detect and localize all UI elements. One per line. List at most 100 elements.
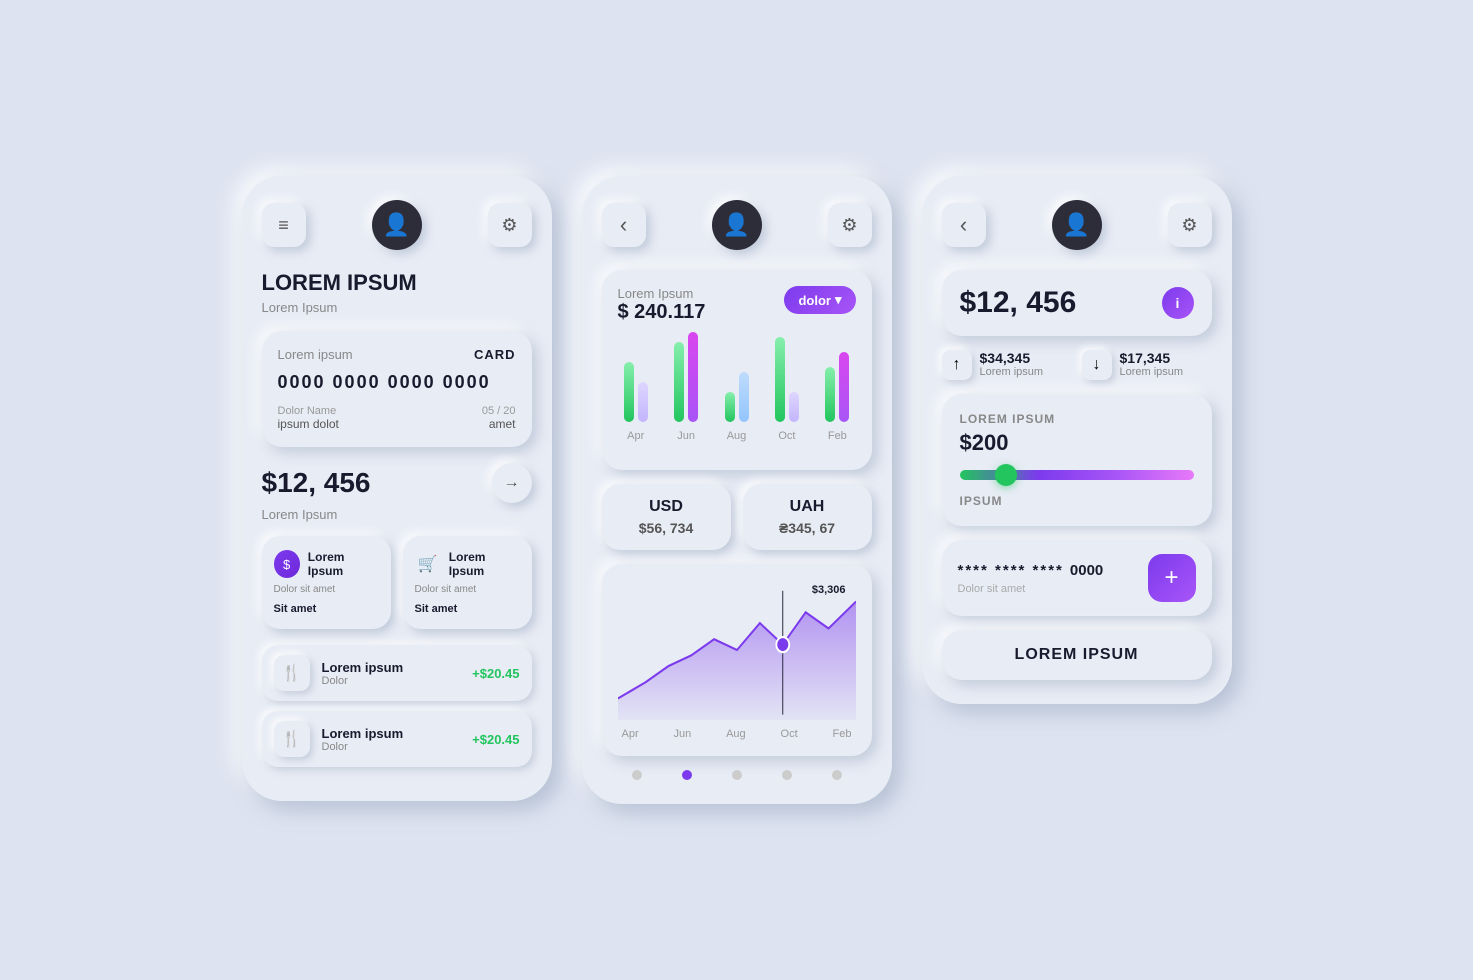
tx2-amount: +$20.45 <box>472 732 519 747</box>
tx2-sub: Dolor <box>322 741 461 753</box>
bar-apr: Apr <box>618 327 654 442</box>
pagination-dots <box>602 770 872 780</box>
slider-sub: IPSUM <box>960 494 1194 508</box>
bar-label-oct: Oct <box>778 430 795 442</box>
bar-oct-purple <box>789 392 799 422</box>
card-date-value: amet <box>482 417 516 431</box>
bar-apr-purple <box>638 382 648 422</box>
stat2-amount: $17,345 <box>1120 350 1184 366</box>
bar-jun-green <box>674 342 684 422</box>
info-button[interactable]: i <box>1162 287 1194 319</box>
avatar-icon-s2: 👤 <box>723 212 750 238</box>
dot-5[interactable] <box>832 770 842 780</box>
slider-thumb[interactable] <box>995 464 1017 486</box>
card-sub-label: Dolor sit amet <box>958 583 1104 595</box>
currency-usd[interactable]: USD $56, 734 <box>602 484 731 550</box>
chart-title: Lorem Ipsum <box>618 286 706 301</box>
info-icon: i <box>1176 295 1180 311</box>
main-amount: $12, 456 <box>960 286 1077 320</box>
bar-chart-widget: Lorem Ipsum $ 240.117 dolor ▾ Apr <box>602 270 872 470</box>
transaction-item-1[interactable]: 🍴 Lorem ipsum Dolor +$20.45 <box>262 645 532 701</box>
tx1-name: Lorem ipsum <box>322 660 461 675</box>
avatar-button-s3[interactable]: 👤 <box>1052 200 1102 250</box>
bar-apr-green <box>624 362 634 422</box>
bar-label-feb: Feb <box>828 430 847 442</box>
card-stars: **** **** **** <box>958 562 1064 579</box>
action2-cta: Sit amet <box>415 603 520 615</box>
screen3-nav: ‹ 👤 ⚙ <box>942 200 1212 250</box>
hero-subtitle: Lorem Ipsum <box>262 300 532 315</box>
dolor-badge[interactable]: dolor ▾ <box>784 286 855 314</box>
bar-aug-blue <box>739 372 749 422</box>
dot-4[interactable] <box>782 770 792 780</box>
arrow-button[interactable]: → <box>492 463 532 503</box>
settings-button[interactable]: ⚙ <box>488 203 532 247</box>
action-cards: $ Lorem Ipsum Dolor sit amet Sit amet 🛒 … <box>262 536 532 629</box>
cta-button[interactable]: LOREM IPSUM <box>942 630 1212 680</box>
stats-row: ↑ $34,345 Lorem ipsum ↓ $17,345 Lorem ip… <box>942 350 1212 380</box>
back-icon-s2: ‹ <box>620 212 627 238</box>
avatar-button-s2[interactable]: 👤 <box>712 200 762 250</box>
screen2-nav: ‹ 👤 ⚙ <box>602 200 872 250</box>
plus-button[interactable]: + <box>1148 554 1196 602</box>
axis-oct: Oct <box>781 728 798 740</box>
stat2-label: Lorem ipsum <box>1120 366 1184 378</box>
transaction-item-2[interactable]: 🍴 Lorem ipsum Dolor +$20.45 <box>262 711 532 767</box>
back-button-s2[interactable]: ‹ <box>602 203 646 247</box>
slider-track[interactable] <box>960 470 1194 480</box>
bar-aug-green <box>725 392 735 422</box>
line-chart-svg <box>618 580 856 720</box>
dot-3[interactable] <box>732 770 742 780</box>
chart-amount: $ 240.117 <box>618 301 706 324</box>
stat-item-2: ↓ $17,345 Lorem ipsum <box>1082 350 1212 380</box>
bar-jun: Jun <box>668 327 704 442</box>
tx2-name: Lorem ipsum <box>322 726 461 741</box>
bar-aug: Aug <box>718 327 754 442</box>
card-date-label: 05 / 20 <box>482 405 516 417</box>
action2-sub: Dolor sit amet <box>415 584 520 595</box>
axis-apr: Apr <box>622 728 639 740</box>
screen2: ‹ 👤 ⚙ Lorem Ipsum $ 240.117 dolor ▾ <box>582 176 892 804</box>
line-chart-widget: $3,306 <box>602 564 872 756</box>
slider-amount: $200 <box>960 430 1194 456</box>
menu-button[interactable]: ≡ <box>262 203 306 247</box>
slider-title: LOREM IPSUM <box>960 412 1194 426</box>
slider-card: LOREM IPSUM $200 IPSUM <box>942 394 1212 526</box>
currency-uah[interactable]: UAH ₴345, 67 <box>743 484 872 550</box>
card-name-value: ipsum dolot <box>278 417 339 431</box>
dot-2[interactable] <box>682 770 692 780</box>
highlight-dot <box>776 637 789 652</box>
settings-button-s3[interactable]: ⚙ <box>1168 203 1212 247</box>
usd-name: USD <box>616 498 717 516</box>
action1-sub: Dolor sit amet <box>274 584 379 595</box>
bar-chart: Apr Jun Aug <box>618 336 856 446</box>
avatar-icon-s3: 👤 <box>1063 212 1090 238</box>
dot-1[interactable] <box>632 770 642 780</box>
currency-row: USD $56, 734 UAH ₴345, 67 <box>602 484 872 550</box>
line-chart-labels: Apr Jun Aug Oct Feb <box>618 728 856 740</box>
action-card-1[interactable]: $ Lorem Ipsum Dolor sit amet Sit amet <box>262 536 391 629</box>
hero-title: LOREM IPSUM <box>262 270 532 296</box>
amount-card: $12, 456 i <box>942 270 1212 336</box>
balance-label: Lorem Ipsum <box>262 507 532 522</box>
bar-feb-green <box>825 367 835 422</box>
dollar-icon: $ <box>274 550 300 578</box>
balance-amount: $12, 456 <box>262 467 371 499</box>
avatar-button[interactable]: 👤 <box>372 200 422 250</box>
stat-up-arrow: ↑ <box>942 350 972 380</box>
add-card-widget: **** **** **** 0000 Dolor sit amet + <box>942 540 1212 616</box>
line-area-fill <box>618 602 856 720</box>
card-tag: CARD <box>474 347 516 362</box>
action-card-2[interactable]: 🛒 Lorem Ipsum Dolor sit amet Sit amet <box>403 536 532 629</box>
cart-icon: 🛒 <box>415 550 441 578</box>
axis-feb: Feb <box>833 728 852 740</box>
bar-jun-purple <box>688 332 698 422</box>
gear-icon-s2: ⚙ <box>841 215 857 236</box>
axis-jun: Jun <box>673 728 691 740</box>
action2-title: Lorem Ipsum <box>449 550 520 578</box>
card-label: Lorem ipsum <box>278 347 353 362</box>
back-icon-s3: ‹ <box>960 212 967 238</box>
bar-label-apr: Apr <box>627 430 644 442</box>
settings-button-s2[interactable]: ⚙ <box>828 203 872 247</box>
back-button-s3[interactable]: ‹ <box>942 203 986 247</box>
